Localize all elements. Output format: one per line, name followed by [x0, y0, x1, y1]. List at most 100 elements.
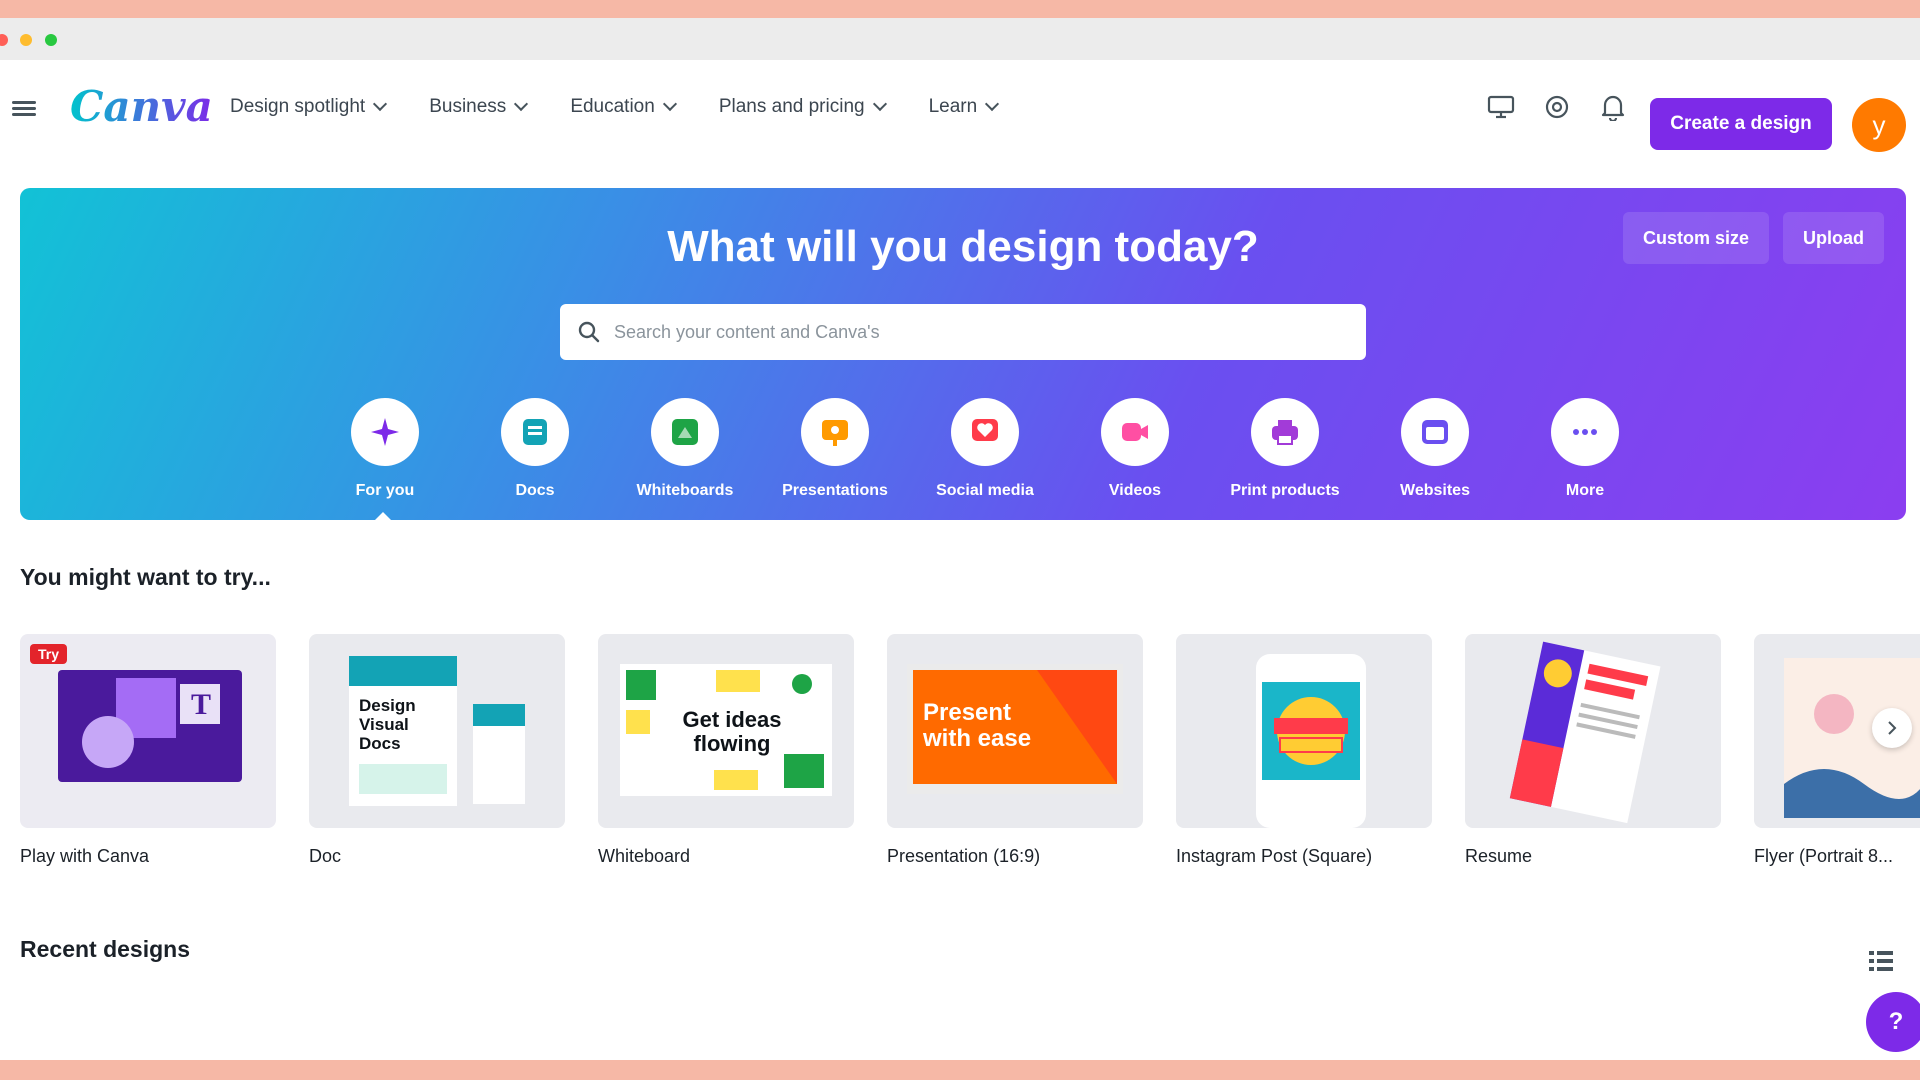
template-thumbnail: Get ideas flowing [598, 634, 854, 828]
list-view-icon[interactable] [1866, 946, 1896, 976]
category-row: For you Docs Whiteboards Presentations S… [310, 398, 1660, 500]
chevron-down-icon [662, 96, 677, 112]
category-whiteboards[interactable]: Whiteboards [610, 398, 760, 500]
template-thumbnail: Try T [20, 634, 276, 828]
nav-label: Education [570, 96, 655, 117]
chevron-down-icon [373, 96, 388, 112]
category-docs[interactable]: Docs [460, 398, 610, 500]
svg-text:T: T [191, 688, 211, 721]
category-print-products[interactable]: Print products [1210, 398, 1360, 500]
upload-button[interactable]: Upload [1783, 212, 1884, 264]
category-label: More [1565, 482, 1605, 499]
canva-logo[interactable]: Canva [70, 82, 213, 131]
category-label: Websites [1400, 482, 1470, 499]
template-label: Play with Canva [20, 846, 150, 866]
category-label: For you [355, 482, 415, 499]
nav-learn[interactable]: Learn [928, 96, 1000, 118]
settings-icon[interactable] [1540, 90, 1574, 124]
whiteboard-icon [651, 398, 719, 466]
bell-icon[interactable] [1596, 90, 1630, 124]
top-icon-group [1484, 90, 1630, 124]
nav-label: Plans and pricing [718, 96, 865, 117]
search-input[interactable] [614, 321, 1354, 343]
close-window-dot[interactable] [0, 34, 8, 46]
main-menu: Design spotlight Business Education Plan… [230, 96, 1000, 118]
chevron-down-icon [514, 96, 529, 112]
thumbnail-text: Design Visual Docs [359, 696, 416, 753]
template-card-whiteboard[interactable]: Get ideas flowing Whiteboard [598, 634, 854, 867]
category-label: Docs [515, 482, 555, 499]
template-label: Flyer (Portrait 8... [1754, 846, 1894, 866]
monitor-icon[interactable] [1484, 90, 1518, 124]
category-label: Videos [1108, 482, 1162, 499]
nav-education[interactable]: Education [570, 96, 677, 118]
category-label: Whiteboards [636, 482, 734, 499]
printer-icon [1251, 398, 1319, 466]
avatar[interactable]: y [1852, 98, 1906, 152]
custom-size-button[interactable]: Custom size [1622, 212, 1769, 264]
carousel-next-button[interactable] [1872, 708, 1912, 748]
more-icon [1551, 398, 1619, 466]
thumbnail-text: Get ideas flowing [682, 707, 782, 756]
help-button[interactable]: ? [1866, 992, 1920, 1052]
template-thumbnail [1465, 634, 1721, 828]
selected-category-indicator [373, 512, 393, 522]
video-icon [1101, 398, 1169, 466]
window-chrome [0, 18, 1920, 60]
template-card-instagram-post[interactable]: Instagram Post (Square) [1176, 634, 1432, 867]
nav-label: Design spotlight [230, 96, 366, 117]
template-thumbnail: Present with ease [887, 634, 1143, 828]
nav-label: Learn [928, 96, 978, 117]
minimize-window-dot[interactable] [20, 34, 32, 46]
template-label: Instagram Post (Square) [1176, 846, 1373, 866]
play-illustration: T [58, 670, 242, 782]
maximize-window-dot[interactable] [45, 34, 57, 46]
category-label: Print products [1230, 482, 1340, 499]
instagram-illustration [1256, 654, 1366, 828]
hero-actions: Custom size Upload [1622, 212, 1884, 264]
hero-banner: What will you design today? Custom size … [20, 188, 1906, 522]
category-label: Social media [936, 482, 1034, 499]
template-carousel: Try T Play with Canva Design Visual Docs… [20, 634, 1920, 867]
template-card-resume[interactable]: Resume [1465, 634, 1721, 867]
search-bar[interactable] [560, 304, 1366, 360]
website-icon [1401, 398, 1469, 466]
nav-plans-and-pricing[interactable]: Plans and pricing [718, 96, 887, 118]
hamburger-menu-icon[interactable] [12, 98, 36, 122]
chevron-down-icon [985, 96, 1000, 112]
presentation-icon [801, 398, 869, 466]
recent-designs-title: Recent designs [20, 936, 190, 962]
nav-label: Business [429, 96, 507, 117]
sparkle-icon [351, 398, 419, 466]
category-label: Presentations [782, 482, 888, 499]
template-thumbnail [1176, 634, 1432, 828]
resume-illustration [1509, 641, 1661, 824]
template-card-presentation[interactable]: Present with ease Presentation (16:9) [887, 634, 1143, 867]
category-videos[interactable]: Videos [1060, 398, 1210, 500]
category-more[interactable]: More [1510, 398, 1660, 500]
nav-business[interactable]: Business [429, 96, 529, 118]
nav-design-spotlight[interactable]: Design spotlight [230, 96, 388, 118]
chevron-down-icon [872, 96, 887, 112]
category-for-you[interactable]: For you [310, 398, 460, 500]
template-label: Doc [309, 846, 342, 866]
top-navigation: Canva Design spotlight Business Educatio… [0, 60, 1920, 170]
create-design-button[interactable]: Create a design [1650, 98, 1832, 150]
template-card-flyer[interactable]: Flyer (Portrait 8... [1754, 634, 1920, 867]
heart-icon [951, 398, 1019, 466]
thumbnail-text: Present with ease [923, 699, 1032, 752]
chevron-right-icon [1888, 721, 1897, 735]
browser-window: Canva Design spotlight Business Educatio… [0, 18, 1920, 1060]
template-label: Whiteboard [598, 846, 691, 866]
category-websites[interactable]: Websites [1360, 398, 1510, 500]
search-icon [574, 317, 604, 347]
template-card-doc[interactable]: Design Visual Docs Doc [309, 634, 565, 867]
doc-icon [501, 398, 569, 466]
template-card-play-with-canva[interactable]: Try T Play with Canva [20, 634, 276, 867]
category-social-media[interactable]: Social media [910, 398, 1060, 500]
category-presentations[interactable]: Presentations [760, 398, 910, 500]
try-section-title: You might want to try... [20, 564, 271, 590]
template-label: Presentation (16:9) [887, 846, 1041, 866]
template-label: Resume [1465, 846, 1533, 866]
template-thumbnail: Design Visual Docs [309, 634, 565, 828]
